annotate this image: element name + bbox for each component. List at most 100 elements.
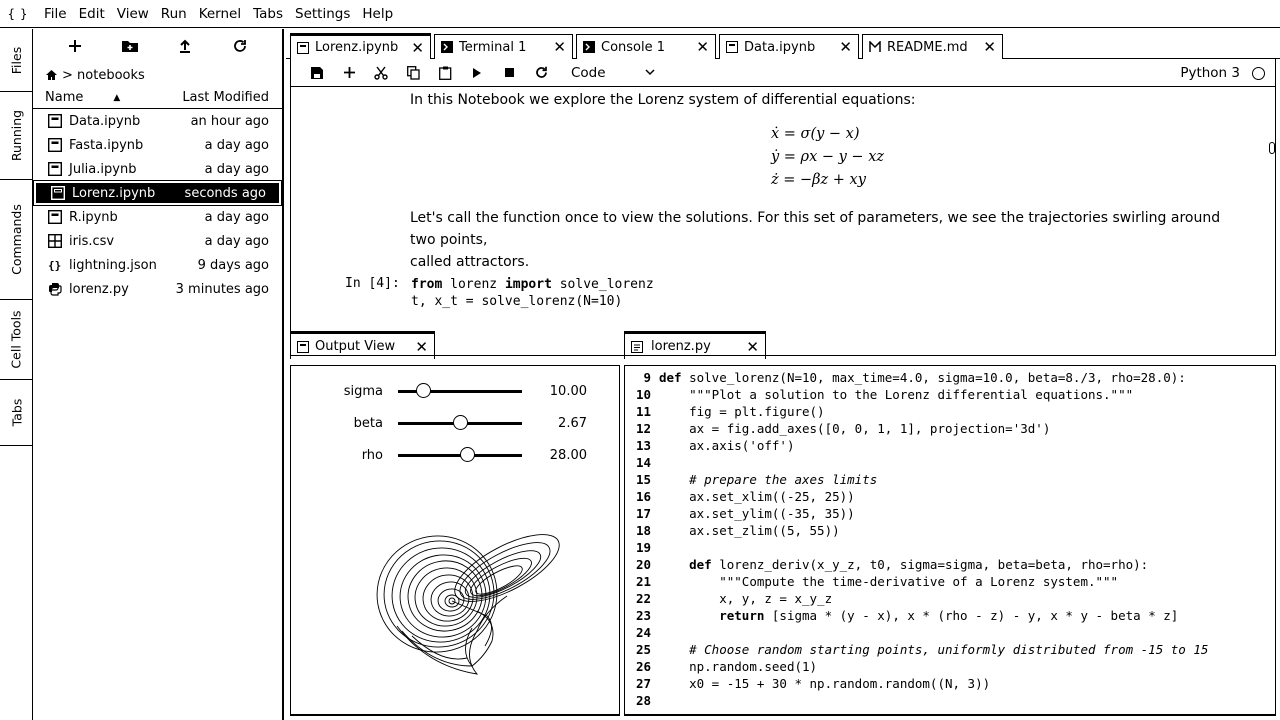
insert-cell-button[interactable]: [333, 61, 365, 85]
file-row[interactable]: Data.ipynb an hour ago: [33, 109, 282, 133]
copy-button[interactable]: [397, 61, 429, 85]
new-folder-icon: [121, 41, 138, 52]
file-row[interactable]: Julia.ipynb a day ago: [33, 157, 282, 181]
line-number: 16: [635, 489, 651, 504]
close-icon[interactable]: ✕: [839, 38, 852, 56]
equation-x: ẋ = σ(y − x): [771, 126, 860, 142]
slider-handle[interactable]: [460, 447, 476, 462]
refresh-button[interactable]: [228, 34, 252, 58]
file-row[interactable]: iris.csv a day ago: [33, 229, 282, 253]
tab-lorenz-py[interactable]: lorenz.py ✕: [624, 331, 766, 359]
cut-button[interactable]: [365, 61, 397, 85]
file-row[interactable]: Lorenz.ipynb seconds ago: [33, 180, 282, 206]
run-button[interactable]: [461, 61, 493, 85]
menu-run[interactable]: Run: [161, 6, 187, 22]
tab-label: lorenz.py: [651, 339, 711, 354]
line-source: ax.set_zlim((5, 55)): [659, 523, 840, 540]
sidebar-tab-label: Running: [9, 109, 25, 162]
markdown-cell-attractors[interactable]: Let's call the function once to view the…: [410, 207, 1240, 273]
chevron-down-icon: [645, 69, 655, 76]
tab-label: Terminal 1: [459, 39, 527, 55]
home-icon[interactable]: [45, 69, 58, 81]
menu-bar: { } File Edit View Run Kernel Tabs Setti…: [0, 0, 1280, 28]
new-launcher-button[interactable]: [63, 34, 87, 58]
column-modified-header[interactable]: Last Modified: [182, 90, 269, 105]
output-view-panel: Output View ✕ sigma 10.00 beta 2.67 rho 28.00: [290, 331, 620, 718]
tab-terminal[interactable]: Terminal 1 ✕: [434, 34, 573, 59]
code-text: ax.set_xlim((-25, 25)): [689, 489, 855, 504]
close-icon[interactable]: ✕: [746, 338, 759, 356]
file-row[interactable]: Fasta.ipynb a day ago: [33, 133, 282, 157]
tab-console[interactable]: Console 1 ✕: [576, 34, 716, 59]
menu-edit[interactable]: Edit: [79, 6, 105, 22]
python-file-icon: [631, 340, 643, 353]
breadcrumb-folder[interactable]: notebooks: [77, 68, 145, 83]
close-icon[interactable]: ✕: [696, 38, 709, 56]
code-text: ax = fig.add_axes([0, 0, 1, 1], projecti…: [689, 421, 1051, 436]
column-name-label: Name: [45, 90, 84, 105]
sidebar-tab-running[interactable]: Running: [0, 92, 33, 180]
close-icon[interactable]: ✕: [553, 38, 566, 56]
code-cell-line[interactable]: from lorenz import solve_lorenz: [411, 276, 654, 293]
menu-file[interactable]: File: [44, 6, 67, 22]
tab-readme[interactable]: README.md ✕: [862, 34, 1003, 59]
upload-button[interactable]: [173, 34, 197, 58]
sidebar-tab-commands[interactable]: Commands: [0, 180, 33, 300]
markdown-cell-intro[interactable]: In this Notebook we explore the Lorenz s…: [410, 89, 1240, 111]
menu-settings[interactable]: Settings: [295, 6, 350, 22]
json-icon: {}: [47, 257, 63, 273]
close-icon[interactable]: ✕: [415, 338, 428, 356]
refresh-icon: [535, 66, 547, 78]
line-number: 24: [635, 625, 651, 640]
tab-lorenz-notebook[interactable]: Lorenz.ipynb ✕: [290, 33, 431, 59]
menu-help[interactable]: Help: [362, 6, 393, 22]
code-line: 16 ax.set_xlim((-25, 25)): [625, 489, 855, 506]
menu-tabs[interactable]: Tabs: [253, 6, 283, 22]
sidebar-tab-label: Files: [9, 46, 24, 74]
notebook-icon: [47, 161, 63, 177]
column-name-header[interactable]: Name ▲: [45, 90, 182, 105]
sidebar-tab-tabs[interactable]: Tabs: [0, 380, 33, 446]
tab-label: Output View: [315, 339, 396, 354]
code-cell-line[interactable]: t, x_t = solve_lorenz(N=10): [411, 293, 622, 310]
scrollbar-thumb[interactable]: [1269, 142, 1275, 154]
line-number: 9: [643, 370, 651, 385]
code-comment: # prepare the axes limits: [689, 472, 878, 487]
sidebar-tab-files[interactable]: Files: [0, 29, 33, 92]
file-row[interactable]: {} lightning.json 9 days ago: [33, 253, 282, 277]
slider-handle[interactable]: [415, 383, 431, 398]
new-folder-button[interactable]: [118, 34, 142, 58]
interrupt-button[interactable]: [493, 61, 525, 85]
line-source: ax.axis('off'): [659, 438, 794, 455]
code-line: 14: [625, 455, 659, 472]
sidebar-tab-label: Commands: [9, 204, 25, 275]
close-icon[interactable]: ✕: [983, 38, 996, 56]
file-modified: 9 days ago: [197, 257, 269, 273]
save-button[interactable]: [301, 61, 333, 85]
cell-type-dropdown[interactable]: Code: [571, 65, 655, 81]
markdown-icon: [869, 41, 881, 53]
menu-view[interactable]: View: [117, 6, 149, 22]
menu-kernel[interactable]: Kernel: [199, 6, 241, 22]
paste-button[interactable]: [429, 61, 461, 85]
code-line: 25 # Choose random starting points, unif…: [625, 642, 1208, 659]
scissors-icon: [374, 66, 388, 80]
kernel-indicator[interactable]: Python 3: [1180, 65, 1265, 81]
file-row[interactable]: R.ipynb a day ago: [33, 205, 282, 229]
sidebar-tab-cell-tools[interactable]: Cell Tools: [0, 300, 33, 380]
slider-handle[interactable]: [453, 415, 468, 430]
code-keyword: def: [659, 370, 682, 385]
jupyter-logo: { }: [7, 6, 28, 21]
code-text: ax.set_zlim((5, 55)): [689, 523, 840, 538]
code-text: ax.axis('off'): [689, 438, 795, 453]
tab-data-notebook[interactable]: Data.ipynb ✕: [719, 34, 859, 59]
notebook-icon: [50, 185, 66, 201]
main-dock-area: Lorenz.ipynb ✕ Terminal 1 ✕ Console 1 ✕ …: [286, 29, 1280, 720]
restart-button[interactable]: [525, 61, 557, 85]
close-icon[interactable]: ✕: [411, 39, 424, 57]
code-editor[interactable]: 9 def solve_lorenz(N=10, max_time=4.0, si…: [624, 365, 1276, 716]
code-line: 15 # prepare the axes limits: [625, 472, 877, 489]
lorenz-attractor-plot: [376, 534, 560, 675]
tab-output-view[interactable]: Output View ✕: [290, 331, 435, 359]
file-row[interactable]: lorenz.py 3 minutes ago: [33, 277, 282, 301]
